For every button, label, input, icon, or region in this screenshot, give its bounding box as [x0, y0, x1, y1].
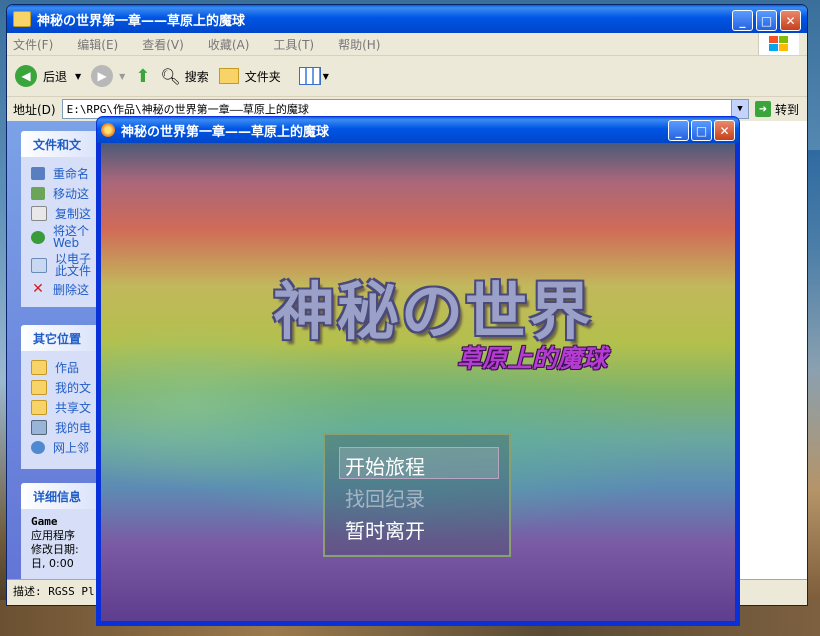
go-button[interactable]: ➜ 转到 [754, 101, 799, 118]
search-label: 搜索 [184, 69, 209, 84]
game-maximize-button[interactable]: □ [691, 120, 712, 141]
game-title: 神秘の世界第一章——草原上的魔球 [121, 124, 330, 140]
computer-icon [31, 419, 47, 435]
minimize-button[interactable]: _ [732, 10, 753, 31]
search-button[interactable]: 🔍︎ 搜索 [160, 67, 208, 86]
go-arrow-icon: ➜ [754, 101, 771, 117]
back-dropdown-icon[interactable]: ▼ [75, 72, 81, 81]
address-value: E:\RPG\作品\神秘の世界第一章——草原上的魔球 [66, 103, 309, 116]
copy-icon [31, 205, 47, 221]
place-my-documents-label: 我的文 [55, 380, 92, 395]
views-dropdown-icon: ▼ [322, 71, 329, 81]
folders-icon [218, 68, 239, 84]
game-minimize-button[interactable]: _ [668, 120, 689, 141]
task-email-label: 以电子 此文件 [55, 252, 92, 278]
place-works-label: 作品 [55, 360, 80, 375]
task-move-label: 移动这 [53, 186, 90, 201]
network-icon [31, 440, 45, 454]
title-menu: 开始旅程 找回纪录 暂时离开 [323, 433, 511, 557]
back-label: 后退 [43, 69, 68, 84]
menu-edit[interactable]: 编辑(E) [77, 36, 118, 53]
delete-icon: ✕ [32, 280, 44, 297]
folder-icon [31, 359, 47, 375]
up-folder-button[interactable]: ⬆ [135, 66, 150, 87]
up-folder-icon: ⬆ [135, 65, 151, 87]
menu-tools[interactable]: 工具(T) [273, 36, 314, 53]
task-delete-label: 删除这 [53, 282, 90, 297]
toolbar: ◀ 后退 ▼ ▶ ▼ ⬆ 🔍︎ 搜索 文件夹 ▼ [7, 56, 807, 97]
task-rename-label: 重命名 [53, 166, 90, 181]
maximize-button[interactable]: □ [756, 10, 777, 31]
close-button[interactable]: ✕ [780, 10, 801, 31]
game-window: 神秘の世界第一章——草原上的魔球 _ □ ✕ 神秘の世界 草原上的魔球 开始旅程… [96, 116, 740, 626]
task-copy-label: 复制这 [55, 206, 92, 221]
back-button[interactable]: ◀ 后退 ▼ [15, 65, 81, 87]
back-arrow-icon: ◀ [15, 65, 37, 87]
menu-favorites[interactable]: 收藏(A) [208, 36, 250, 53]
game-canvas[interactable]: 神秘の世界 草原上的魔球 开始旅程 找回纪录 暂时离开 [101, 143, 735, 621]
forward-button[interactable]: ▶ ▼ [91, 65, 125, 87]
globe-icon [31, 230, 45, 244]
place-my-computer-label: 我的电 [55, 420, 92, 435]
forward-arrow-icon: ▶ [91, 65, 114, 87]
status-text: 描述: RGSS Pl [13, 585, 95, 598]
game-logo-title: 神秘の世界 [273, 275, 594, 348]
folder-icon [13, 11, 31, 27]
windows-logo-icon [758, 33, 799, 55]
game-logo-subtitle: 草原上的魔球 [457, 344, 608, 373]
menu-new-game[interactable]: 开始旅程 [345, 451, 425, 480]
search-icon: 🔍︎ [160, 66, 181, 86]
email-icon [31, 257, 47, 273]
menu-continue[interactable]: 找回纪录 [345, 483, 425, 512]
address-label: 地址(D) [13, 102, 56, 117]
folders-button[interactable]: 文件夹 [218, 68, 281, 85]
folders-label: 文件夹 [244, 69, 281, 84]
menu-view[interactable]: 查看(V) [142, 36, 184, 53]
documents-folder-icon [31, 379, 47, 395]
shared-folder-icon [31, 399, 47, 415]
go-label: 转到 [774, 102, 799, 117]
place-shared-label: 共享文 [55, 400, 92, 415]
views-icon [298, 67, 321, 85]
menu-exit[interactable]: 暂时离开 [345, 515, 425, 544]
explorer-title: 神秘の世界第一章——草原上的魔球 [37, 13, 246, 29]
move-icon [31, 186, 45, 200]
game-titlebar[interactable]: 神秘の世界第一章——草原上的魔球 _ □ ✕ [97, 117, 739, 143]
explorer-titlebar[interactable]: 神秘の世界第一章——草原上的魔球 _ □ ✕ [7, 5, 807, 33]
views-button[interactable]: ▼ [298, 67, 329, 85]
task-publish-label: 将这个 Web [53, 224, 90, 250]
menubar: 文件(F) 编辑(E) 查看(V) 收藏(A) 工具(T) 帮助(H) [7, 33, 807, 56]
game-close-button[interactable]: ✕ [714, 120, 735, 141]
game-icon [101, 123, 115, 137]
forward-dropdown-icon: ▼ [119, 71, 126, 81]
menu-file[interactable]: 文件(F) [13, 36, 53, 53]
menu-help[interactable]: 帮助(H) [338, 36, 380, 53]
rename-icon [31, 166, 45, 180]
place-network-label: 网上邻 [53, 440, 90, 455]
